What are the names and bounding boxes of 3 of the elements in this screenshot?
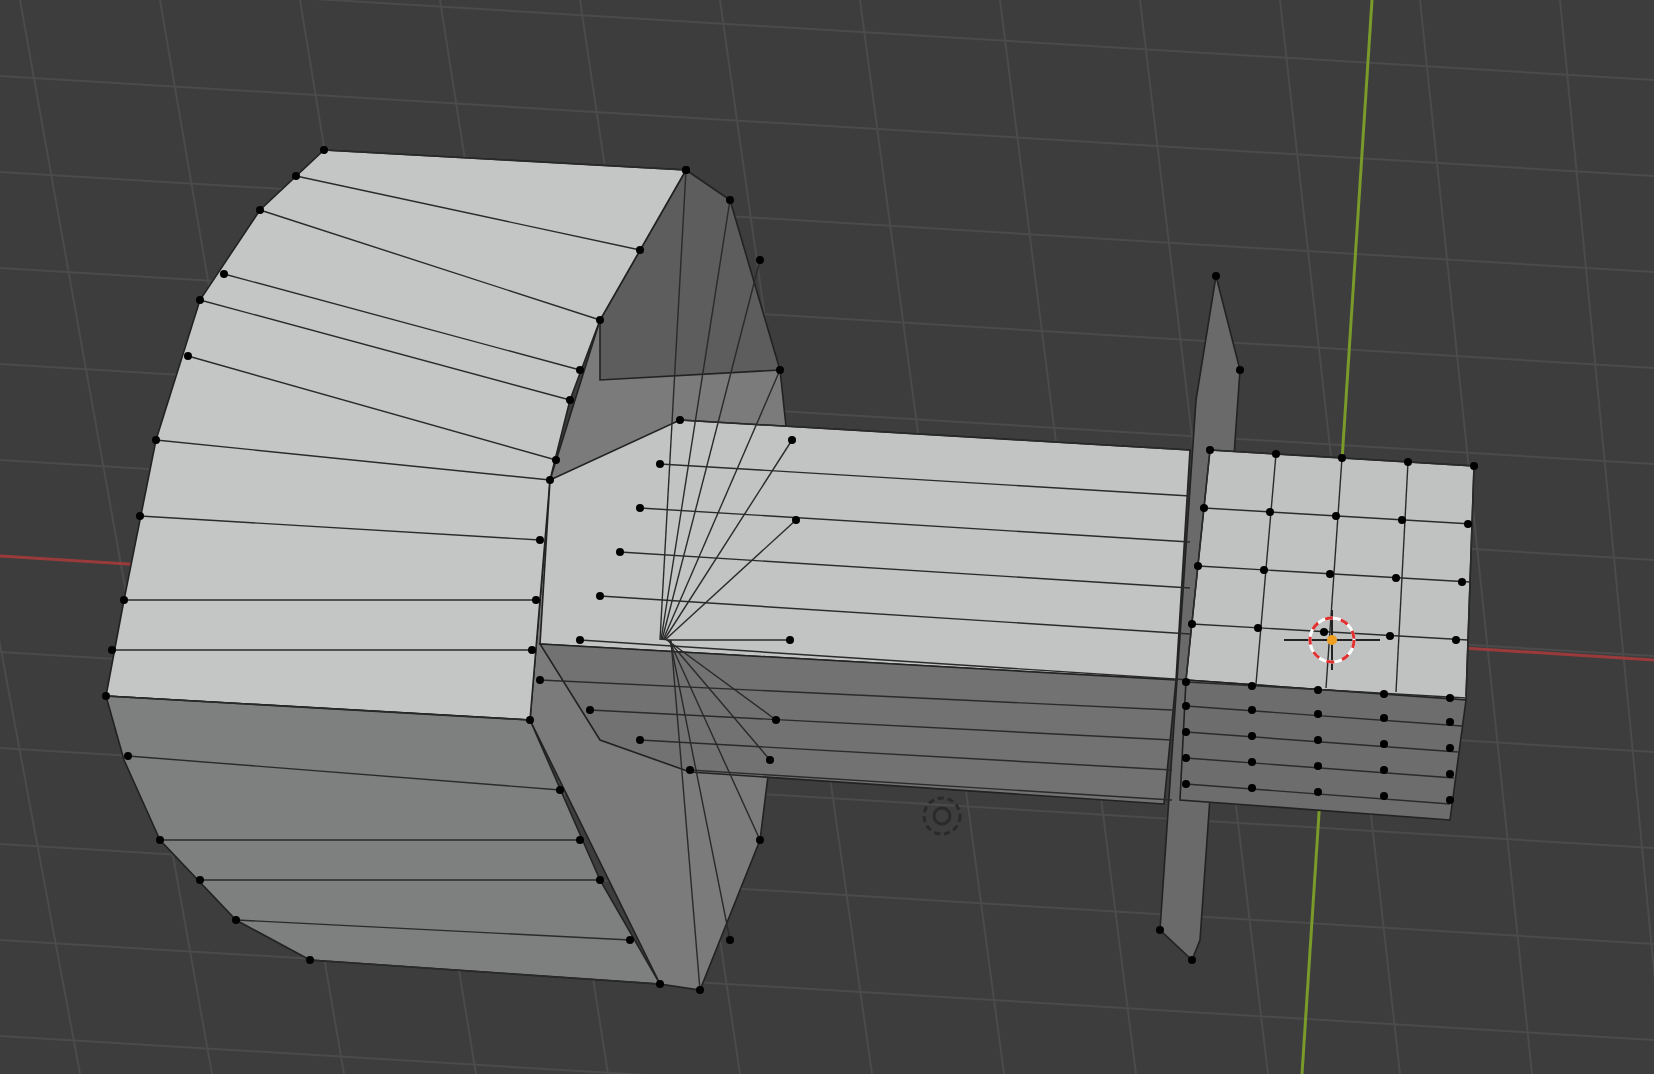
empty-object-icon bbox=[922, 796, 962, 836]
viewport-canvas[interactable] bbox=[0, 0, 1654, 1074]
3d-cursor-icon[interactable] bbox=[1283, 609, 1381, 671]
